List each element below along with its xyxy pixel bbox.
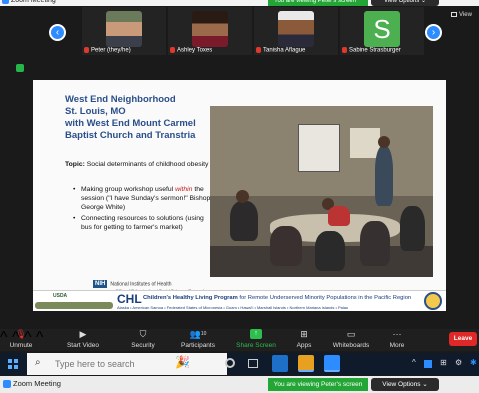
muted-mic-icon: [256, 47, 261, 54]
participant-tile[interactable]: Tanisha Aflague: [254, 7, 338, 55]
security-button[interactable]: ⛉ Security: [128, 329, 158, 349]
participant-video: [106, 11, 142, 47]
participants-button[interactable]: 👥10 Participants: [178, 329, 218, 349]
slide-topic: Topic: Social determinants of childhood …: [65, 161, 209, 168]
whiteboard-in-photo: [298, 124, 340, 172]
leave-button[interactable]: Leave: [449, 332, 477, 346]
chevron-left-icon[interactable]: ‹: [49, 24, 66, 41]
apps-button[interactable]: ⊞ Apps: [292, 329, 316, 349]
participant-video: [192, 11, 228, 47]
participant-tile[interactable]: Peter (they/he): [82, 7, 166, 55]
meeting-toolbar: 🎙 Unmute ^ ▶ Start Video ^ ⛉ Security 👥1…: [0, 329, 479, 351]
slide-footer: USDA CHL Children's Healthy Living Progr…: [33, 290, 446, 311]
participant-video: [278, 11, 314, 47]
muted-mic-icon: [84, 47, 89, 54]
more-icon: ···: [392, 329, 402, 339]
chevron-up-icon[interactable]: ^: [412, 358, 416, 367]
zoom-logo-icon: [3, 380, 11, 388]
usda-logo: USDA: [53, 293, 68, 299]
windows-taskbar: ⌕ 🎉 ^ ⊞ ⚙ ✱: [0, 353, 479, 375]
partner-logos: [35, 302, 113, 309]
zoom-logo-icon: [2, 0, 9, 4]
gallery-strip: ‹ Peter (they/he) Ashley Toxes Tanisha A…: [0, 6, 479, 59]
unmute-button[interactable]: 🎙 Unmute: [6, 329, 36, 349]
shield-icon[interactable]: [16, 64, 24, 72]
grid-view-icon: [451, 12, 457, 17]
chl-logo: CHL: [117, 292, 142, 306]
list-item: Making group workshop useful within the …: [73, 185, 213, 212]
file-explorer-icon[interactable]: [298, 355, 314, 372]
whiteboard-icon: ▭: [346, 329, 356, 339]
participant-count: 10: [200, 331, 207, 337]
participant-tile[interactable]: S Sabine Strasburger: [340, 7, 424, 55]
meeting-photo: [210, 106, 433, 277]
video-off-icon: ▶: [79, 329, 87, 339]
muted-microphone-icon: 🎙: [15, 329, 27, 339]
avatar: S: [364, 11, 400, 47]
taskbar-app-icon[interactable]: [272, 355, 288, 372]
participant-name: Ashley Toxes: [177, 48, 213, 54]
tray-grid-icon[interactable]: ⊞: [440, 358, 447, 367]
muted-mic-icon: [170, 47, 175, 54]
apps-icon: ⊞: [300, 329, 308, 339]
share-banner: You are viewing Peter's screen: [268, 378, 368, 391]
participants-icon: 👥: [189, 329, 201, 339]
task-view-icon[interactable]: [248, 359, 258, 368]
windows-start-icon[interactable]: [8, 359, 18, 369]
participant-name: Peter (they/he): [91, 48, 131, 54]
view-options-button[interactable]: View Options ⌄: [371, 378, 439, 391]
cortana-icon[interactable]: [225, 358, 235, 368]
more-button[interactable]: ··· More: [386, 329, 408, 349]
zoom-app-icon[interactable]: [324, 355, 340, 372]
chl-globe-logo: [424, 292, 442, 310]
slide-bullets: Making group workshop useful within the …: [73, 185, 213, 234]
view-button[interactable]: View: [451, 12, 472, 18]
tray-bluetooth-icon[interactable]: ✱: [470, 358, 477, 367]
participant-name: Tanisha Aflague: [263, 48, 306, 54]
muted-mic-icon: [342, 47, 347, 54]
search-icon: ⌕: [35, 357, 41, 368]
shield-icon: ⛉: [139, 329, 147, 339]
shared-screen: West End Neighborhood St. Louis, MO with…: [33, 70, 446, 311]
start-video-button[interactable]: ▶ Start Video: [62, 329, 104, 349]
participant-name: Sabine Strasburger: [349, 48, 401, 54]
chevron-right-icon[interactable]: ›: [425, 24, 442, 41]
share-screen-button[interactable]: ↑ Share Screen: [236, 329, 276, 349]
search-highlight-icon: 🎉: [175, 355, 190, 369]
window-title: Zoom Meeting: [13, 379, 61, 388]
share-screen-icon: ↑: [250, 329, 262, 339]
window-title: Zoom Meeting: [11, 0, 56, 4]
tray-zoom-icon[interactable]: [424, 360, 432, 368]
list-item: Connecting resources to solutions (using…: [73, 214, 213, 232]
zoom-window-bar: Zoom Meeting You are viewing Peter's scr…: [0, 376, 479, 393]
participant-tile[interactable]: Ashley Toxes: [168, 7, 252, 55]
tray-settings-icon[interactable]: ⚙: [455, 358, 462, 367]
whiteboards-button[interactable]: ▭ Whiteboards: [330, 329, 372, 349]
chevron-up-icon[interactable]: ^: [36, 329, 44, 346]
